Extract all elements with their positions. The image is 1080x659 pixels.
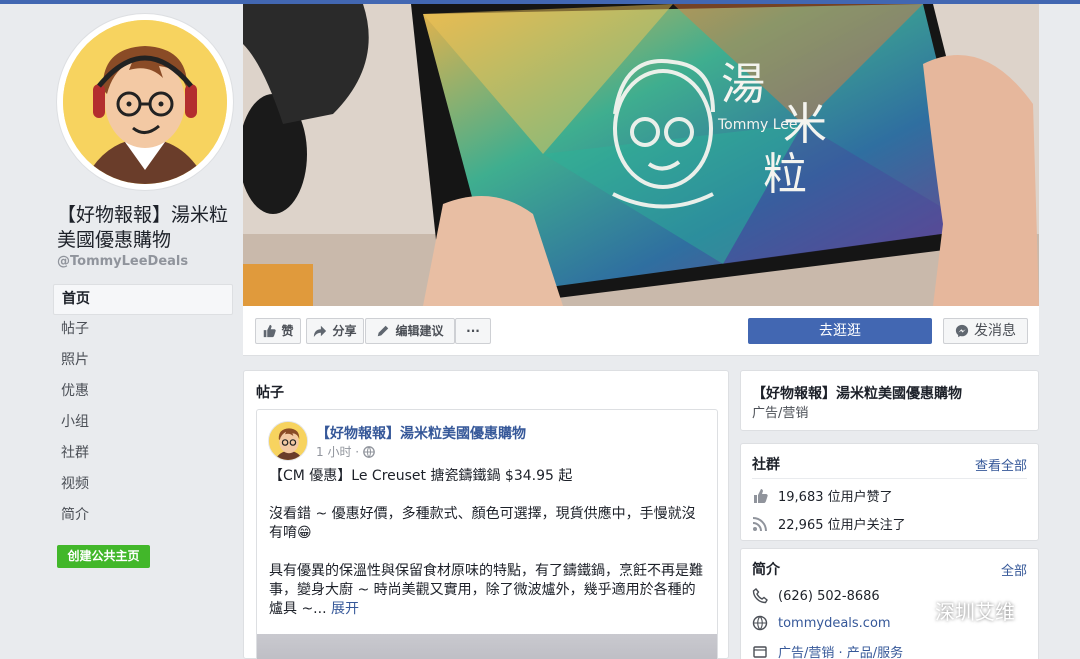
sidebar-item-offers[interactable]: 优惠 — [53, 377, 233, 408]
sidebar-item-groups[interactable]: 小组 — [53, 408, 233, 439]
page-title: 【好物報報】湯米粒美國優惠購物 — [57, 204, 229, 251]
thumbs-up-icon — [754, 488, 768, 503]
pencil-icon — [378, 325, 389, 337]
page-handle[interactable]: @TommyLeeDeals — [57, 254, 188, 269]
shop-now-button[interactable]: 去逛逛 — [748, 318, 932, 344]
post-timestamp[interactable]: 1 小时 · — [316, 443, 375, 460]
follows-row: 22,965 位用户关注了 — [752, 514, 906, 533]
tag-icon — [753, 645, 767, 658]
cover-logo-char-1: 湯 — [721, 59, 765, 110]
sidebar-nav: 首页 帖子 照片 优惠 小组 社群 视频 简介 — [53, 284, 233, 532]
suggest-edit-button[interactable]: 编辑建议 — [365, 318, 455, 344]
share-button[interactable]: 分享 — [306, 318, 364, 344]
see-more-link[interactable]: 展开 — [331, 601, 359, 617]
like-button[interactable]: 赞 — [255, 318, 301, 344]
phone-row: (626) 502-8686 — [752, 588, 880, 604]
sidebar-item-about[interactable]: 简介 — [53, 501, 233, 532]
post-time-text: 1 小时 · — [316, 445, 360, 459]
category-links[interactable]: 广告/营销 · 产品/服务 — [778, 642, 903, 659]
page-action-bar: 赞 分享 编辑建议 ··· 去逛逛 发消息 — [243, 306, 1039, 356]
sidebar-item-photos[interactable]: 照片 — [53, 346, 233, 377]
globe-icon — [752, 615, 768, 631]
phone-number: (626) 502-8686 — [778, 588, 880, 604]
sidebar-item-home[interactable]: 首页 — [53, 284, 233, 315]
about-heading: 简介 — [752, 562, 780, 578]
post-author-link[interactable]: 【好物報報】湯米粒美國優惠購物 — [316, 423, 526, 443]
more-options-button[interactable]: ··· — [455, 318, 491, 344]
post-text: 【CM 優惠】Le Creuset 搪瓷鑄鐵鍋 $34.95 起 沒看錯 ~ 優… — [269, 467, 709, 638]
info-card-category[interactable]: 广告/营销 — [752, 402, 808, 421]
cover-photo[interactable]: 湯 米 粒 Tommy Lee — [243, 4, 1039, 306]
divider — [752, 478, 1027, 479]
watermark: 深圳艾维 — [895, 596, 1015, 625]
post-author-avatar[interactable] — [268, 421, 308, 461]
share-arrow-icon — [314, 325, 327, 338]
likes-count: 19,683 位用户赞了 — [778, 490, 893, 505]
posts-panel: 帖子 【好物報報】湯米粒美國優惠購物 1 小时 · 【CM 優惠】Le Creu… — [243, 370, 729, 659]
like-label: 赞 — [281, 324, 294, 338]
edit-label: 编辑建议 — [395, 324, 444, 338]
create-page-button[interactable]: 创建公共主页 — [57, 545, 150, 568]
sidebar-item-videos[interactable]: 视频 — [53, 470, 233, 501]
cover-logo-sub: Tommy Lee — [717, 117, 798, 133]
post-image[interactable] — [257, 634, 717, 659]
sidebar-item-community[interactable]: 社群 — [53, 439, 233, 470]
sidebar-item-posts[interactable]: 帖子 — [53, 315, 233, 346]
info-card-title[interactable]: 【好物報報】湯米粒美國優惠購物 — [752, 383, 962, 403]
page-info-card: 【好物報報】湯米粒美國優惠購物 广告/营销 — [740, 370, 1039, 431]
cover-logo-char-3: 粒 — [763, 149, 807, 200]
community-heading: 社群 — [752, 457, 780, 473]
post-headline: 【CM 優惠】Le Creuset 搪瓷鑄鐵鍋 $34.95 起 — [269, 468, 573, 484]
about-all-link[interactable]: 全部 — [1001, 560, 1027, 579]
thumbs-up-icon — [264, 324, 277, 338]
website-link[interactable]: tommydeals.com — [778, 616, 891, 631]
community-card: 社群 查看全部 19,683 位用户赞了 22,965 位用户关注了 — [740, 443, 1039, 541]
wechat-icon — [896, 597, 928, 622]
likes-row: 19,683 位用户赞了 — [752, 486, 893, 505]
send-message-button[interactable]: 发消息 — [943, 318, 1028, 344]
website-row: tommydeals.com — [752, 615, 891, 631]
phone-icon — [752, 588, 768, 604]
avatar — [63, 20, 227, 184]
messenger-icon — [955, 324, 969, 338]
share-label: 分享 — [332, 324, 357, 338]
follows-count: 22,965 位用户关注了 — [778, 518, 906, 533]
post-card: 【好物報報】湯米粒美國優惠購物 1 小时 · 【CM 優惠】Le Creuset… — [256, 409, 718, 659]
post-paragraph-1: 沒看錯 ~ 優惠好價，多種款式、顏色可選擇，現貨供應中，手慢就沒有唷😁 — [269, 506, 696, 541]
globe-icon — [363, 445, 375, 458]
watermark-text: 深圳艾维 — [935, 600, 1015, 624]
message-label: 发消息 — [974, 323, 1016, 339]
profile-picture[interactable] — [57, 14, 233, 190]
community-see-all-link[interactable]: 查看全部 — [975, 455, 1027, 474]
rss-follow-icon — [752, 516, 767, 531]
posts-heading: 帖子 — [256, 385, 284, 401]
category-row: 广告/营销 · 产品/服务 — [752, 642, 903, 659]
